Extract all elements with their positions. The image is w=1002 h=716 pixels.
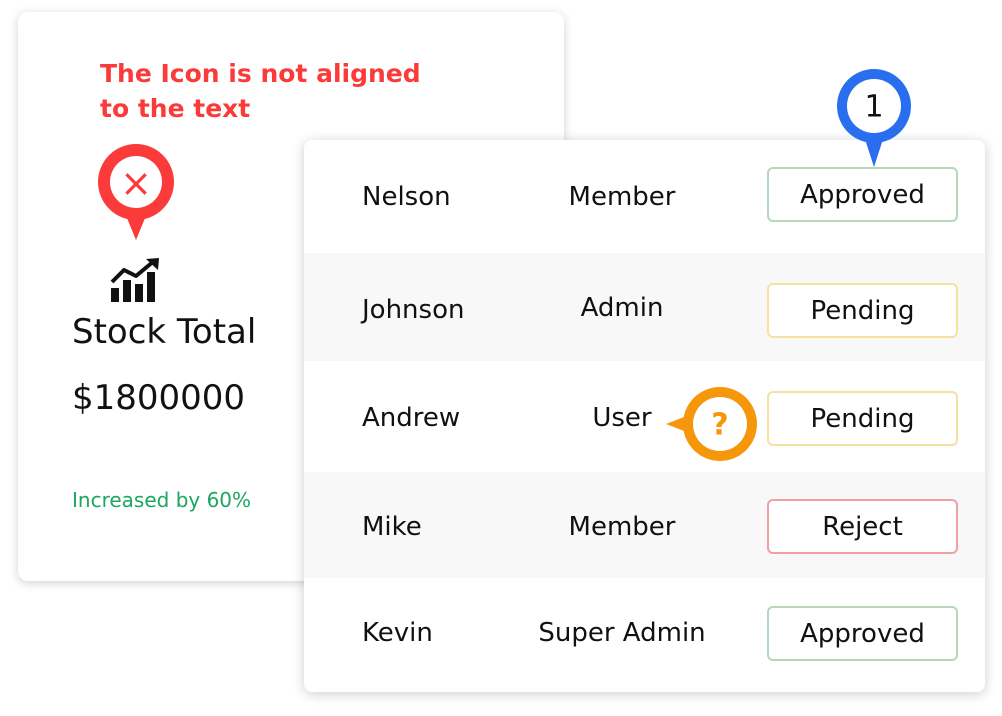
user-role: Super Admin — [538, 618, 706, 648]
status-label: Reject — [822, 511, 903, 542]
error-pin-icon: × — [98, 144, 174, 240]
user-role: Member — [568, 182, 676, 212]
table-row: Andrew User Pending — [304, 361, 985, 472]
status-badge[interactable]: Pending — [767, 391, 958, 446]
user-role: Member — [568, 512, 676, 542]
trending-chart-icon — [110, 258, 159, 302]
table-row: Mike Member Reject — [304, 472, 985, 578]
user-name: Andrew — [362, 403, 461, 433]
user-name: Johnson — [362, 295, 465, 325]
users-table: Nelson Member Approved Johnson Admin Pen… — [304, 140, 985, 692]
question-marker-label: ? — [711, 408, 728, 443]
error-pin-label: × — [120, 161, 152, 205]
status-badge[interactable]: Approved — [767, 167, 958, 222]
table-row: Johnson Admin Pending — [304, 253, 985, 361]
status-badge[interactable]: Pending — [767, 283, 958, 338]
step-marker-icon: 1 — [837, 69, 911, 167]
status-label: Approved — [800, 179, 925, 210]
stock-title: Stock Total — [72, 312, 257, 352]
user-role: Admin — [580, 293, 664, 323]
question-marker-icon: ? — [666, 387, 757, 461]
step-marker-label: 1 — [864, 90, 883, 125]
status-label: Approved — [800, 618, 925, 649]
user-name: Mike — [362, 512, 422, 542]
status-label: Pending — [810, 403, 915, 434]
annotation-line-2: to the text — [100, 94, 251, 123]
status-badge[interactable]: Reject — [767, 499, 958, 554]
annotation-line-1: The Icon is not aligned — [100, 59, 421, 88]
user-name: Kevin — [362, 618, 433, 648]
status-badge[interactable]: Approved — [767, 606, 958, 661]
status-label: Pending — [810, 295, 915, 326]
user-name: Nelson — [362, 182, 451, 212]
table-row: Kevin Super Admin Approved — [304, 578, 985, 692]
stock-change: Increased by 60% — [72, 488, 252, 512]
stock-value: $1800000 — [72, 378, 246, 418]
annotation-note: The Icon is not aligned to the text — [100, 56, 421, 126]
